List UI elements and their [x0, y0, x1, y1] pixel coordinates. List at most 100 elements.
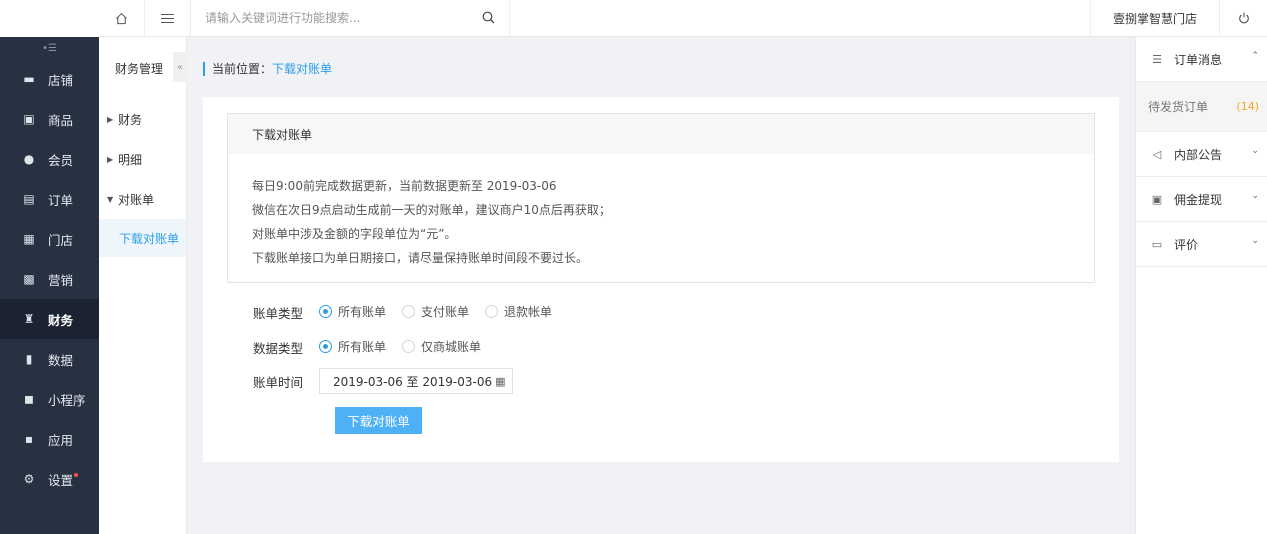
submenu-collapse-button[interactable]: « — [173, 52, 187, 82]
pending-shipment-item[interactable]: 待发货订单 (14) — [1136, 82, 1267, 132]
sidebar-item-settings[interactable]: ⚙ 设置 — [0, 459, 99, 499]
finance-icon: ♜ — [23, 312, 35, 326]
internal-notice-toggle[interactable]: ◁ 内部公告 ⌄ — [1136, 132, 1267, 177]
radio-label: 退款帐单 — [504, 305, 553, 319]
bill-type-radio-2[interactable]: 退款帐单 — [485, 303, 552, 320]
submenu-item-label: 对账单 — [118, 192, 155, 207]
comment-icon: ▭ — [1151, 237, 1163, 251]
breadcrumb: 当前位置：下载对账单 — [203, 62, 332, 76]
bill-time-row: 账单时间 2019-03-06 至 2019-03-06 ▦ — [203, 368, 513, 394]
sidebar-item-label: 小程序 — [48, 392, 86, 408]
review-label: 评价 — [1174, 237, 1199, 252]
data-type-radio-1[interactable]: 仅商城账单 — [402, 338, 481, 355]
submenu-item[interactable]: ▶ 财务 — [99, 99, 186, 139]
sidebar-item-label: 应用 — [48, 432, 74, 448]
submenu-item[interactable]: ▶ 明细 — [99, 139, 186, 179]
sidebar-item-label: 订单 — [48, 192, 74, 208]
hamburger-icon — [161, 13, 174, 23]
right-panel: ☰ 订单消息 ⌃ 待发货订单 (14) ◁ 内部公告 ⌄ ▣ 佣金提现 ⌄ ▭ … — [1135, 37, 1267, 534]
sidebar-item-finance[interactable]: ♜ 财务 — [0, 299, 99, 339]
review-toggle[interactable]: ▭ 评价 ⌄ — [1136, 222, 1267, 267]
order-message-icon: ☰ — [1152, 52, 1162, 66]
store-name[interactable]: 壹捌掌智慧门店 — [1090, 0, 1220, 36]
top-bar: 壹捌掌智慧门店 — [99, 0, 1267, 37]
radio-circle[interactable] — [402, 340, 416, 353]
radio-circle[interactable] — [319, 340, 332, 353]
member-icon: ● — [23, 152, 35, 166]
power-icon — [1238, 12, 1249, 24]
sidebar-item-label: 店铺 — [48, 72, 74, 88]
submenu-item[interactable]: ▼ 对账单 — [99, 179, 186, 219]
info-line: 每日9:00前完成数据更新，当前数据更新至 2019-03-06 — [252, 179, 557, 193]
sidebar-item-shop[interactable]: ▦ 门店 — [0, 219, 99, 259]
sidebar-item-label: 会员 — [48, 152, 74, 168]
sidebar-item-order[interactable]: ▤ 订单 — [0, 179, 99, 219]
submenu-item-label: 明细 — [118, 152, 143, 167]
withdraw-icon: ▣ — [1151, 192, 1163, 206]
home-button[interactable] — [99, 0, 145, 36]
date-range-value: 2019-03-06 至 2019-03-06 — [333, 374, 493, 389]
sidebar-item-label: 营销 — [48, 272, 74, 288]
chevron-down-icon: ⌄ — [1251, 146, 1259, 156]
product-icon: ▣ — [23, 112, 35, 126]
menu-toggle-button[interactable] — [145, 0, 191, 36]
radio-circle[interactable] — [319, 305, 332, 318]
info-line: 微信在次日9点启动生成前一天的对账单，建议商户10点后再获取； — [252, 203, 611, 217]
sidebar-item-label: 设置 — [48, 472, 74, 488]
radio-label: 仅商城账单 — [421, 340, 482, 354]
speaker-icon: ◁ — [1152, 147, 1162, 161]
caret-down-icon: ▼ — [107, 194, 114, 204]
radio-label: 支付账单 — [421, 305, 470, 319]
order-icon: ▤ — [23, 192, 35, 206]
submenu-item-download-statement[interactable]: 下载对账单 — [99, 219, 186, 257]
internal-notice-label: 内部公告 — [1174, 147, 1223, 162]
radio-label: 所有账单 — [338, 340, 387, 354]
data-type-row: 数据类型 所有账单 仅商城账单 — [203, 335, 497, 359]
submenu-item-label: 财务 — [118, 112, 143, 127]
sidebar-item-marketing[interactable]: ▩ 营销 — [0, 259, 99, 299]
home-icon — [116, 12, 127, 24]
order-messages-toggle[interactable]: ☰ 订单消息 ⌃ — [1136, 37, 1267, 82]
main-sidebar: •☰ ▬ 店铺 ▣ 商品 ● 会员 ▤ 订单 ▦ 门店 ▩ 营销 ♜ 财务 ▮ 数据 ◼ 小程序 ▪ 应用 ⚙ 设置 — [0, 0, 99, 534]
radio-circle[interactable] — [485, 305, 499, 318]
finance-submenu: 财务管理 « ▶ 财务 ▶ 明细 ▼ 对账单 下载对账单 — [99, 37, 187, 534]
info-line: 下载账单接口为单日期接口，请尽量保持账单时间段不要过长。 — [252, 251, 589, 265]
date-range-input[interactable]: 2019-03-06 至 2019-03-06 ▦ — [319, 368, 513, 394]
data-type-label: 数据类型 — [252, 340, 303, 356]
store-icon: ▬ — [23, 72, 35, 86]
notification-dot — [74, 473, 79, 477]
bill-type-radio-1[interactable]: 支付账单 — [402, 303, 469, 320]
caret-right-icon: ▶ — [107, 114, 114, 124]
data-type-radio-0[interactable]: 所有账单 — [319, 338, 386, 355]
chevron-down-icon: ⌄ — [1251, 191, 1259, 201]
logout-button[interactable] — [1220, 0, 1267, 36]
bill-type-label: 账单类型 — [252, 305, 303, 321]
sidebar-item-data[interactable]: ▮ 数据 — [0, 339, 99, 379]
radio-label: 所有账单 — [338, 305, 387, 319]
info-line: 对账单中涉及金额的字段单位为“元”。 — [252, 227, 457, 241]
sidebar-collapse-icon[interactable]: •☰ — [0, 37, 99, 59]
settings-icon: ⚙ — [23, 472, 35, 486]
commission-withdraw-toggle[interactable]: ▣ 佣金提现 ⌄ — [1136, 177, 1267, 222]
miniprogram-icon: ◼ — [24, 392, 34, 406]
radio-circle[interactable] — [402, 305, 416, 318]
caret-right-icon: ▶ — [107, 154, 114, 164]
breadcrumb-current[interactable]: 下载对账单 — [272, 62, 332, 76]
order-messages-label: 订单消息 — [1174, 52, 1223, 67]
breadcrumb-prefix: 当前位置： — [212, 62, 273, 76]
sidebar-item-member[interactable]: ● 会员 — [0, 139, 99, 179]
calendar-icon: ▦ — [495, 374, 506, 388]
sidebar-item-label: 数据 — [48, 352, 74, 368]
sidebar-item-apps[interactable]: ▪ 应用 — [0, 419, 99, 459]
search-input[interactable] — [205, 11, 475, 25]
download-statement-button[interactable]: 下载对账单 — [335, 407, 422, 434]
apps-icon: ▪ — [24, 432, 34, 446]
data-icon: ▮ — [25, 352, 33, 366]
sidebar-item-miniprogram[interactable]: ◼ 小程序 — [0, 379, 99, 419]
bill-type-radio-0[interactable]: 所有账单 — [319, 303, 386, 320]
sidebar-item-product[interactable]: ▣ 商品 — [0, 99, 99, 139]
chevron-down-icon: ⌄ — [1251, 236, 1259, 246]
search-icon[interactable] — [482, 11, 495, 24]
sidebar-item-label: 财务 — [48, 312, 74, 328]
sidebar-item-store[interactable]: ▬ 店铺 — [0, 59, 99, 99]
